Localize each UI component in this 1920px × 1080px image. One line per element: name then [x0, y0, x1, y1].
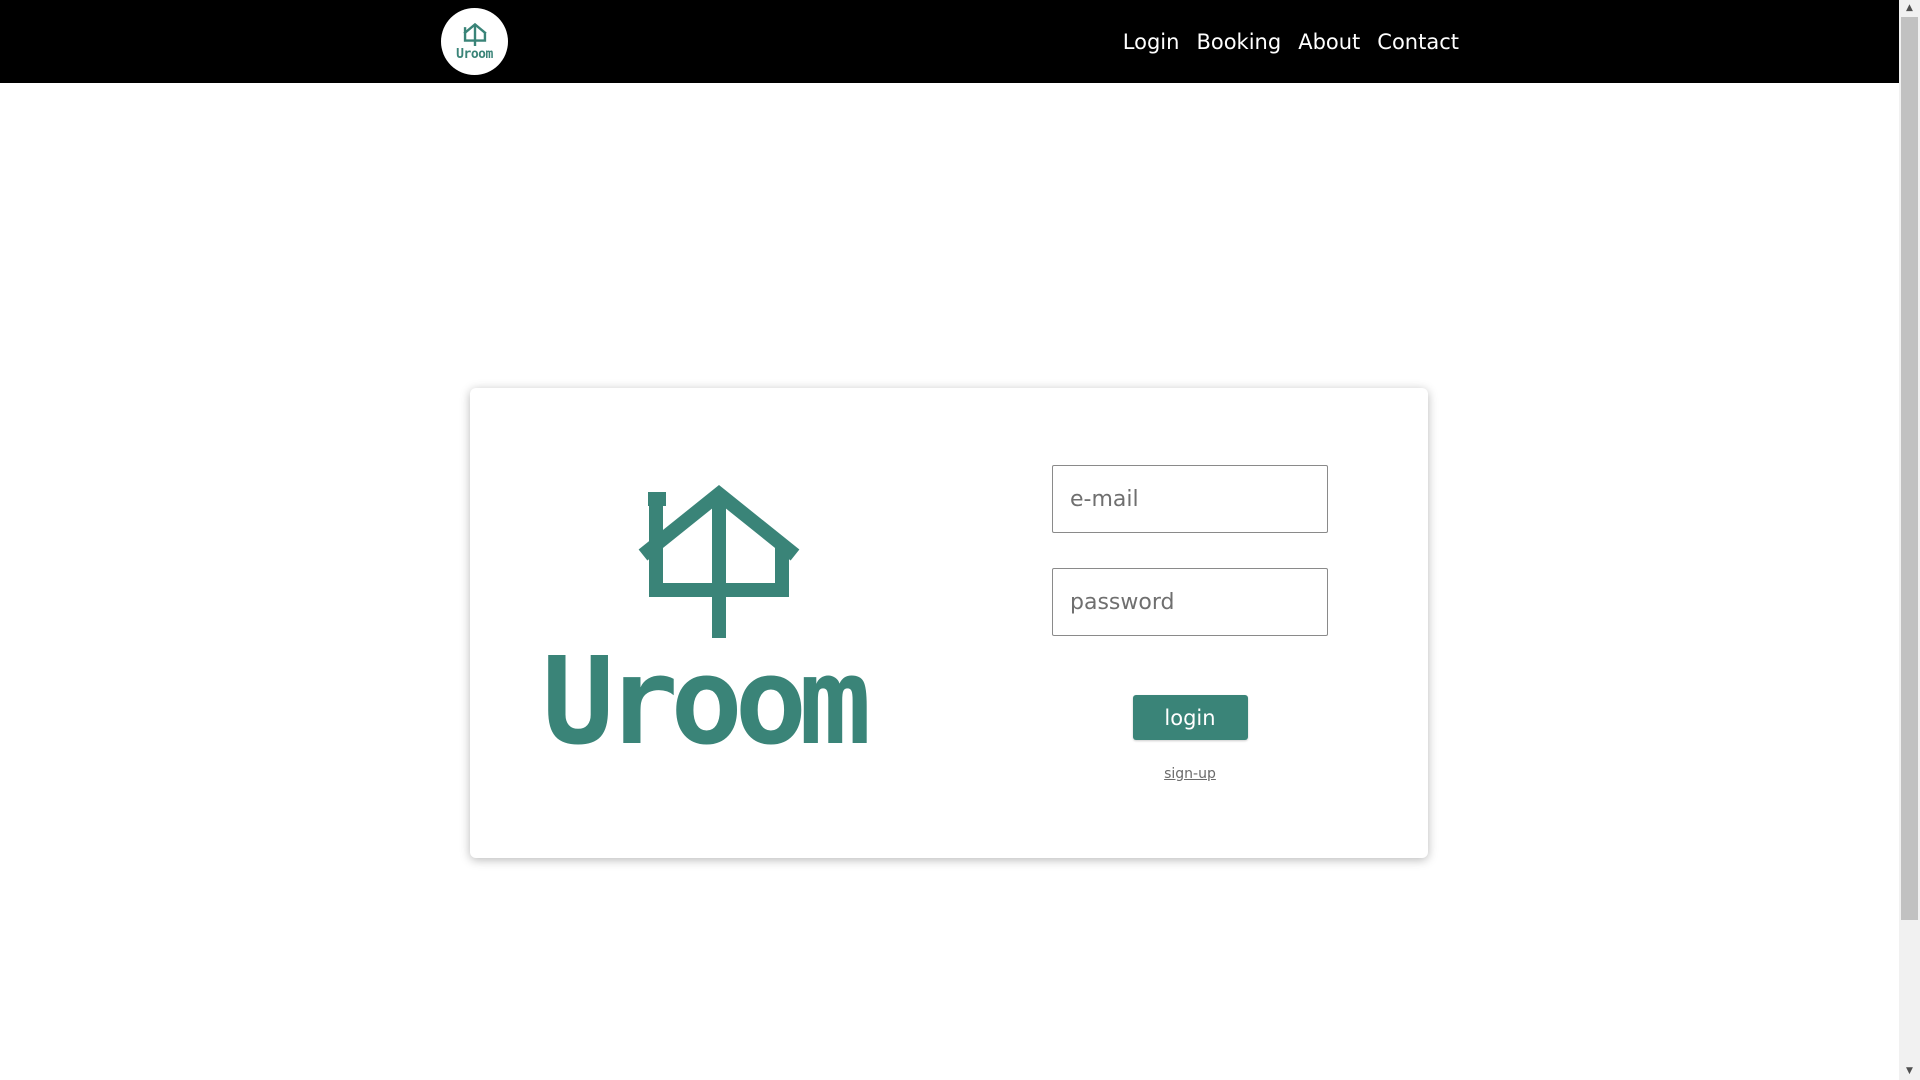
home-logo-link[interactable]: Uroom [441, 8, 508, 75]
navbar: Uroom Login Booking About Contact [0, 0, 1899, 83]
nav-link-booking[interactable]: Booking [1196, 30, 1281, 54]
scrollbar[interactable]: ▲ ▼ [1899, 0, 1920, 1080]
nav-link-login[interactable]: Login [1123, 30, 1180, 54]
email-field[interactable] [1052, 465, 1328, 533]
arrow-up-icon[interactable]: ▲ [1899, 0, 1920, 17]
house-icon [462, 22, 487, 46]
house-icon [638, 485, 800, 638]
scrollbar-thumb[interactable] [1901, 17, 1918, 920]
password-field[interactable] [1052, 568, 1328, 636]
signup-link[interactable]: sign-up [1052, 766, 1328, 782]
logo-text: Uroom [456, 47, 493, 62]
login-form: login sign-up [1052, 465, 1328, 782]
brand-wordmark: Uroom [542, 633, 871, 772]
arrow-down-icon[interactable]: ▼ [1899, 1063, 1920, 1080]
login-button[interactable]: login [1132, 695, 1248, 740]
page: Uroom Login Booking About Contact Uroom … [0, 0, 1920, 1080]
nav-links: Login Booking About Contact [1123, 0, 1459, 83]
nav-link-about[interactable]: About [1298, 30, 1360, 54]
nav-link-contact[interactable]: Contact [1377, 30, 1459, 54]
login-card: Uroom login sign-up [470, 388, 1428, 858]
